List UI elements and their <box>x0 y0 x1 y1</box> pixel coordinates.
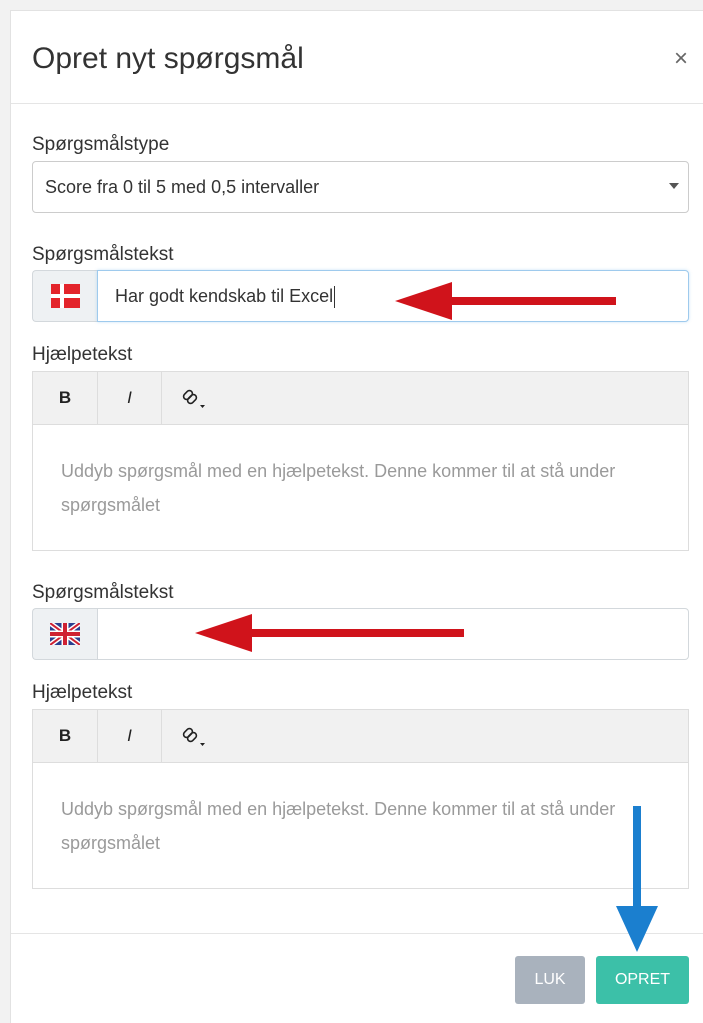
english-help-text-placeholder[interactable]: Uddyb spørgsmål med en hjælpetekst. Denn… <box>61 792 661 860</box>
english-help-text-editor: B I Uddyb spørgsmål med en hjælpetekst. … <box>32 709 689 889</box>
bold-button[interactable]: B <box>33 710 98 762</box>
dialog-title: Opret nyt spørgsmål <box>32 42 304 75</box>
create-button[interactable]: OPRET <box>596 956 689 1004</box>
question-type-value: Score fra 0 til 5 med 0,5 intervaller <box>45 177 320 197</box>
italic-button[interactable]: I <box>98 710 162 762</box>
danish-help-text-placeholder[interactable]: Uddyb spørgsmål med en hjælpetekst. Denn… <box>61 454 661 522</box>
english-question-text-label: Spørgsmålstekst <box>32 582 174 603</box>
danish-help-text-label: Hjælpetekst <box>32 344 133 365</box>
question-type-select[interactable]: Score fra 0 til 5 med 0,5 intervaller <box>32 161 689 213</box>
question-type-label: Spørgsmålstype <box>32 134 170 155</box>
denmark-flag-icon <box>51 284 80 308</box>
danish-editor-toolbar: B I <box>33 372 688 425</box>
link-button[interactable] <box>162 372 224 424</box>
italic-button[interactable]: I <box>98 372 162 424</box>
close-button[interactable]: LUK <box>515 956 585 1004</box>
create-question-dialog: Opret nyt spørgsmål × Spørgsmålstype Sco… <box>10 10 703 1023</box>
danish-language-addon <box>32 270 97 322</box>
english-editor-toolbar: B I <box>33 710 688 763</box>
danish-question-text-value: Har godt kendskab til Excel <box>115 286 334 306</box>
close-icon[interactable]: × <box>674 47 688 71</box>
english-help-text-label: Hjælpetekst <box>32 682 133 703</box>
english-language-addon <box>32 608 97 660</box>
danish-question-text-label: Spørgsmålstekst <box>32 244 174 265</box>
bold-button[interactable]: B <box>33 372 98 424</box>
uk-flag-icon <box>50 623 80 645</box>
dialog-header: Opret nyt spørgsmål × <box>11 11 703 104</box>
footer-divider <box>11 933 703 934</box>
link-button[interactable] <box>162 710 224 762</box>
danish-help-text-editor: B I Uddyb spørgsmål med en hjælpetekst. … <box>32 371 689 551</box>
text-cursor <box>334 286 336 309</box>
link-icon <box>182 389 205 408</box>
red-arrow-annotation-danish <box>395 282 616 320</box>
link-icon <box>182 727 205 746</box>
blue-arrow-annotation-create <box>616 806 658 952</box>
red-arrow-annotation-english <box>195 614 464 652</box>
chevron-down-icon <box>669 183 679 189</box>
